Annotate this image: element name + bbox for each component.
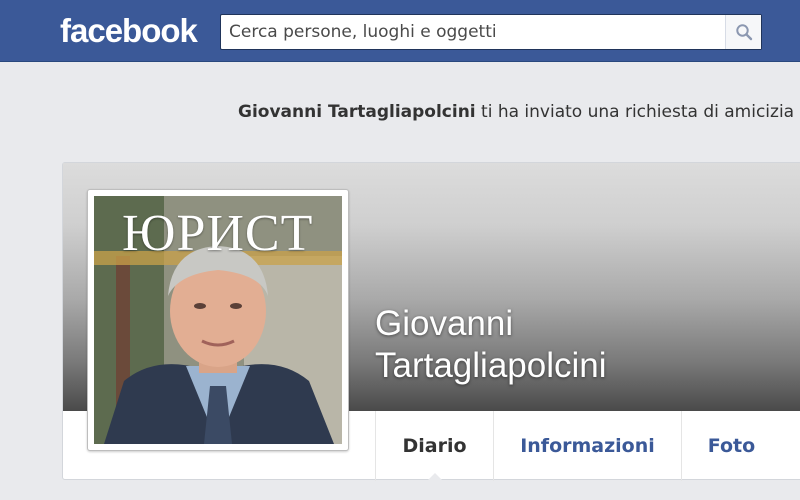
profile-name-line1: Giovanni xyxy=(375,304,514,343)
profile-picture: ЮРИСТ xyxy=(94,196,342,444)
sender-name[interactable]: Giovanni Tartagliapolcini xyxy=(238,102,476,122)
profile-picture-frame[interactable]: ЮРИСТ xyxy=(87,189,349,451)
search-box xyxy=(220,14,762,50)
tab-foto[interactable]: Foto xyxy=(681,411,781,481)
magnifier-icon xyxy=(735,24,752,41)
tab-label: Diario xyxy=(402,435,467,457)
tab-label: Foto xyxy=(707,435,756,457)
tab-label: Informazioni xyxy=(520,435,655,457)
active-tab-caret xyxy=(425,473,444,482)
tab-informazioni[interactable]: Informazioni xyxy=(493,411,681,481)
facebook-logo[interactable]: facebook xyxy=(60,12,198,50)
profile-tabs: Diario Informazioni Foto xyxy=(375,411,781,482)
profile-name[interactable]: Giovanni Tartagliapolcini xyxy=(375,303,705,387)
magazine-masthead: ЮРИСТ xyxy=(122,205,314,262)
search-input[interactable] xyxy=(221,15,726,49)
friend-request-notice: Giovanni Tartagliapolcini ti ha inviato … xyxy=(238,102,794,122)
profile-name-line2: Tartagliapolcini xyxy=(375,346,607,385)
profile-card: Giovanni Tartagliapolcini Diario Informa… xyxy=(62,162,800,482)
top-bar: facebook xyxy=(0,0,800,62)
tab-diario[interactable]: Diario xyxy=(375,411,493,482)
notice-text: ti ha inviato una richiesta di amicizia xyxy=(475,102,795,122)
search-button[interactable] xyxy=(725,15,761,49)
